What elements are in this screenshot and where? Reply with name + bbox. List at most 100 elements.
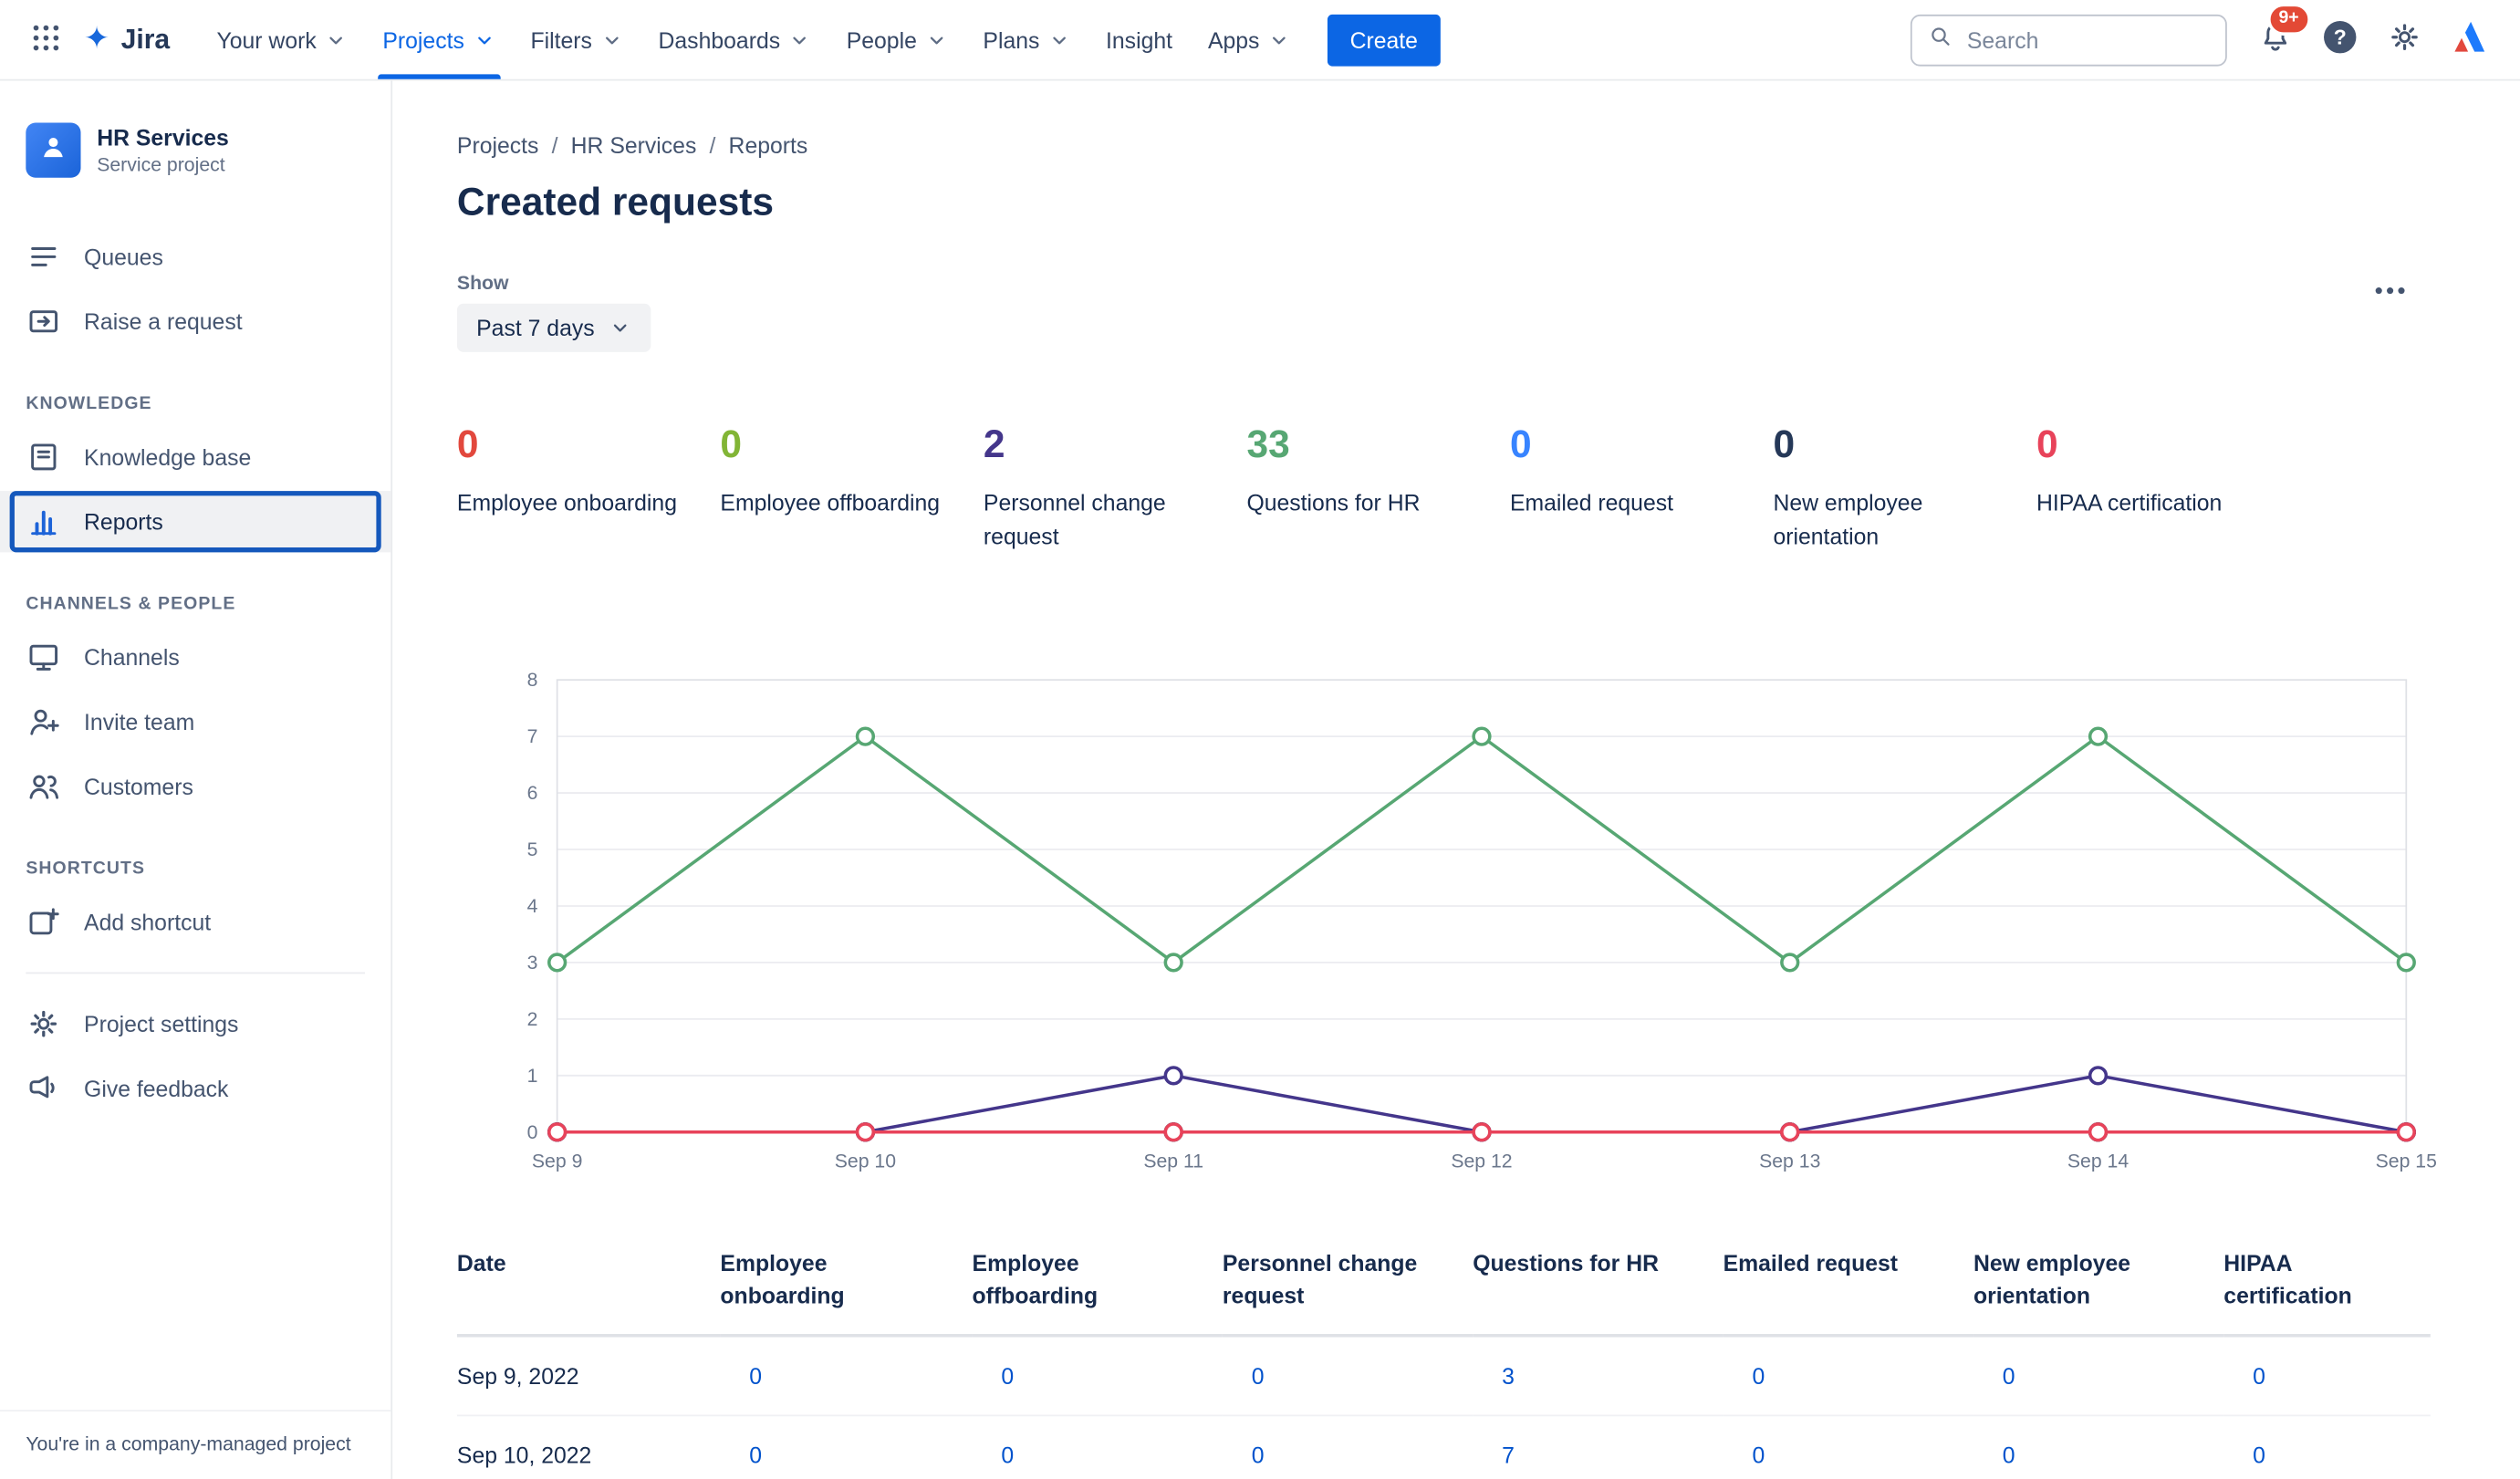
chevron-down-icon (325, 28, 348, 51)
breadcrumb-link-projects[interactable]: Projects (457, 132, 539, 158)
svg-text:8: 8 (527, 669, 538, 691)
stat-value: 0 (457, 423, 699, 470)
sidebar-item-reports[interactable]: Reports (0, 491, 390, 552)
svg-text:4: 4 (527, 895, 538, 917)
svg-text:Sep 12: Sep 12 (1451, 1150, 1512, 1172)
svg-text:6: 6 (527, 782, 538, 804)
sidebar-item-knowledge-base[interactable]: Knowledge base (0, 426, 390, 487)
stat-emailed-request: 0 Emailed request (1510, 423, 1753, 554)
sidebar-item-label: Queues (84, 244, 163, 269)
nav-item-filters[interactable]: Filters (513, 0, 640, 79)
nav-item-projects[interactable]: Projects (365, 0, 513, 79)
sidebar-item-project-settings[interactable]: Project settings (0, 994, 390, 1055)
stat-value: 2 (984, 423, 1226, 470)
chevron-down-icon (1047, 28, 1070, 51)
plus-square-icon (26, 904, 61, 940)
nav-item-label: Your work (216, 26, 316, 52)
table-cell-emailed-request: 0 (1723, 1416, 1973, 1479)
stat-personnel-change-request: 2Personnel change request (984, 423, 1226, 554)
sidebar-item-queues[interactable]: Queues (0, 226, 390, 287)
sidebar-item-label: Knowledge base (84, 444, 251, 470)
person-plus-icon (26, 704, 61, 740)
stat-value: 0 (720, 423, 963, 470)
search-box (1911, 14, 2227, 66)
jira-logo-text: Jira (121, 24, 171, 56)
nav-item-dashboards[interactable]: Dashboards (640, 0, 828, 79)
table-cell-emailed-request: 0 (1723, 1336, 1973, 1416)
request-count-link[interactable]: 0 (2003, 1364, 2015, 1390)
svg-text:7: 7 (527, 725, 538, 747)
request-count-link[interactable]: 0 (1001, 1364, 1014, 1390)
sidebar-item-label: Give feedback (84, 1076, 228, 1101)
table-header-questions-for-hr: Questions for HR (1473, 1246, 1723, 1336)
sidebar-item-give-feedback[interactable]: Give feedback (0, 1057, 390, 1119)
svg-text:1: 1 (527, 1065, 538, 1087)
nav-item-your-work[interactable]: Your work (199, 0, 365, 79)
nav-item-apps[interactable]: Apps (1190, 0, 1307, 79)
stat-label: HIPAA certification (2036, 485, 2279, 519)
search-input[interactable] (1963, 25, 2209, 54)
create-button[interactable]: Create (1328, 14, 1441, 66)
stat-value: 0 (1510, 423, 1753, 470)
chevron-down-icon (609, 317, 632, 339)
request-count-link[interactable]: 0 (1252, 1443, 1265, 1468)
breadcrumb-link-reports[interactable]: Reports (729, 132, 808, 158)
table-header-row: DateEmployee onboardingEmployee offboard… (457, 1246, 2431, 1336)
svg-text:0: 0 (527, 1120, 538, 1142)
request-count-link[interactable]: 7 (1502, 1443, 1515, 1468)
app-switcher-button[interactable] (19, 14, 71, 66)
request-count-link[interactable]: 0 (2253, 1364, 2265, 1390)
created-requests-line-chart: 012345678Sep 9Sep 10Sep 11Sep 12Sep 13Se… (457, 661, 2520, 1189)
nav-item-insight[interactable]: Insight (1088, 0, 1191, 79)
requests-table-wrap: DateEmployee onboardingEmployee offboard… (457, 1246, 2520, 1479)
nav-item-people[interactable]: People (828, 0, 965, 79)
stat-label: Emailed request (1510, 485, 1753, 519)
breadcrumb-link-hr-services[interactable]: HR Services (571, 132, 697, 158)
request-count-link[interactable]: 3 (1502, 1364, 1515, 1390)
svg-text:Sep 14: Sep 14 (2067, 1150, 2129, 1172)
settings-button[interactable] (2379, 14, 2431, 66)
request-count-link[interactable]: 0 (2003, 1443, 2015, 1468)
request-count-link[interactable]: 0 (749, 1443, 762, 1468)
svg-text:?: ? (2334, 25, 2347, 48)
sidebar-item-raise-a-request[interactable]: Raise a request (0, 291, 390, 352)
notifications-button[interactable]: 9+ (2250, 14, 2302, 66)
sidebar-section-knowledge: KNOWLEDGE (0, 394, 390, 413)
table-header-employee-offboarding: Employee offboarding (973, 1246, 1223, 1336)
stat-employee-onboarding: 0Employee onboarding (457, 423, 699, 554)
stat-value: 0 (2036, 423, 2279, 470)
profile-button[interactable] (2443, 14, 2495, 66)
sidebar-item-customers[interactable]: Customers (0, 755, 390, 817)
request-count-link[interactable]: 0 (1752, 1364, 1765, 1390)
svg-text:3: 3 (527, 952, 538, 974)
table-header-emailed-request: Emailed request (1723, 1246, 1973, 1336)
sidebar-item-channels[interactable]: Channels (0, 627, 390, 688)
table-cell-hipaa-certification: 0 (2223, 1416, 2431, 1479)
sidebar-item-invite-team[interactable]: Invite team (0, 692, 390, 753)
nav-item-plans[interactable]: Plans (965, 0, 1088, 79)
request-count-link[interactable]: 0 (749, 1364, 762, 1390)
project-avatar (26, 123, 80, 178)
list-icon (26, 239, 61, 275)
table-cell-employee-onboarding: 0 (720, 1416, 972, 1479)
request-count-link[interactable]: 0 (1252, 1364, 1265, 1390)
main-content: Projects/HR Services/Reports Created req… (392, 81, 2520, 1479)
svg-text:2: 2 (527, 1008, 538, 1030)
chevron-down-icon (925, 28, 948, 51)
more-actions-button[interactable] (2363, 271, 2418, 309)
request-count-link[interactable]: 0 (1001, 1443, 1014, 1468)
breadcrumb-separator: / (710, 132, 716, 158)
table-cell-personnel-change-request: 0 (1223, 1336, 1473, 1416)
screen: ✦ Jira Your workProjectsFiltersDashboard… (0, 0, 2520, 1479)
stat-questions-for-hr: 33Questions for HR (1246, 423, 1489, 554)
date-range-dropdown[interactable]: Past 7 days (457, 304, 651, 352)
sidebar-divider (26, 973, 365, 974)
request-count-link[interactable]: 0 (2253, 1443, 2265, 1468)
nav-item-label: Apps (1208, 26, 1260, 52)
table-cell-employee-offboarding: 0 (973, 1416, 1223, 1479)
sidebar-item-add-shortcut[interactable]: Add shortcut (0, 891, 390, 953)
jira-logo[interactable]: ✦ Jira (84, 24, 170, 56)
help-button[interactable]: ? (2314, 14, 2366, 66)
request-count-link[interactable]: 0 (1752, 1443, 1765, 1468)
table-cell-date: Sep 9, 2022 (457, 1336, 721, 1416)
